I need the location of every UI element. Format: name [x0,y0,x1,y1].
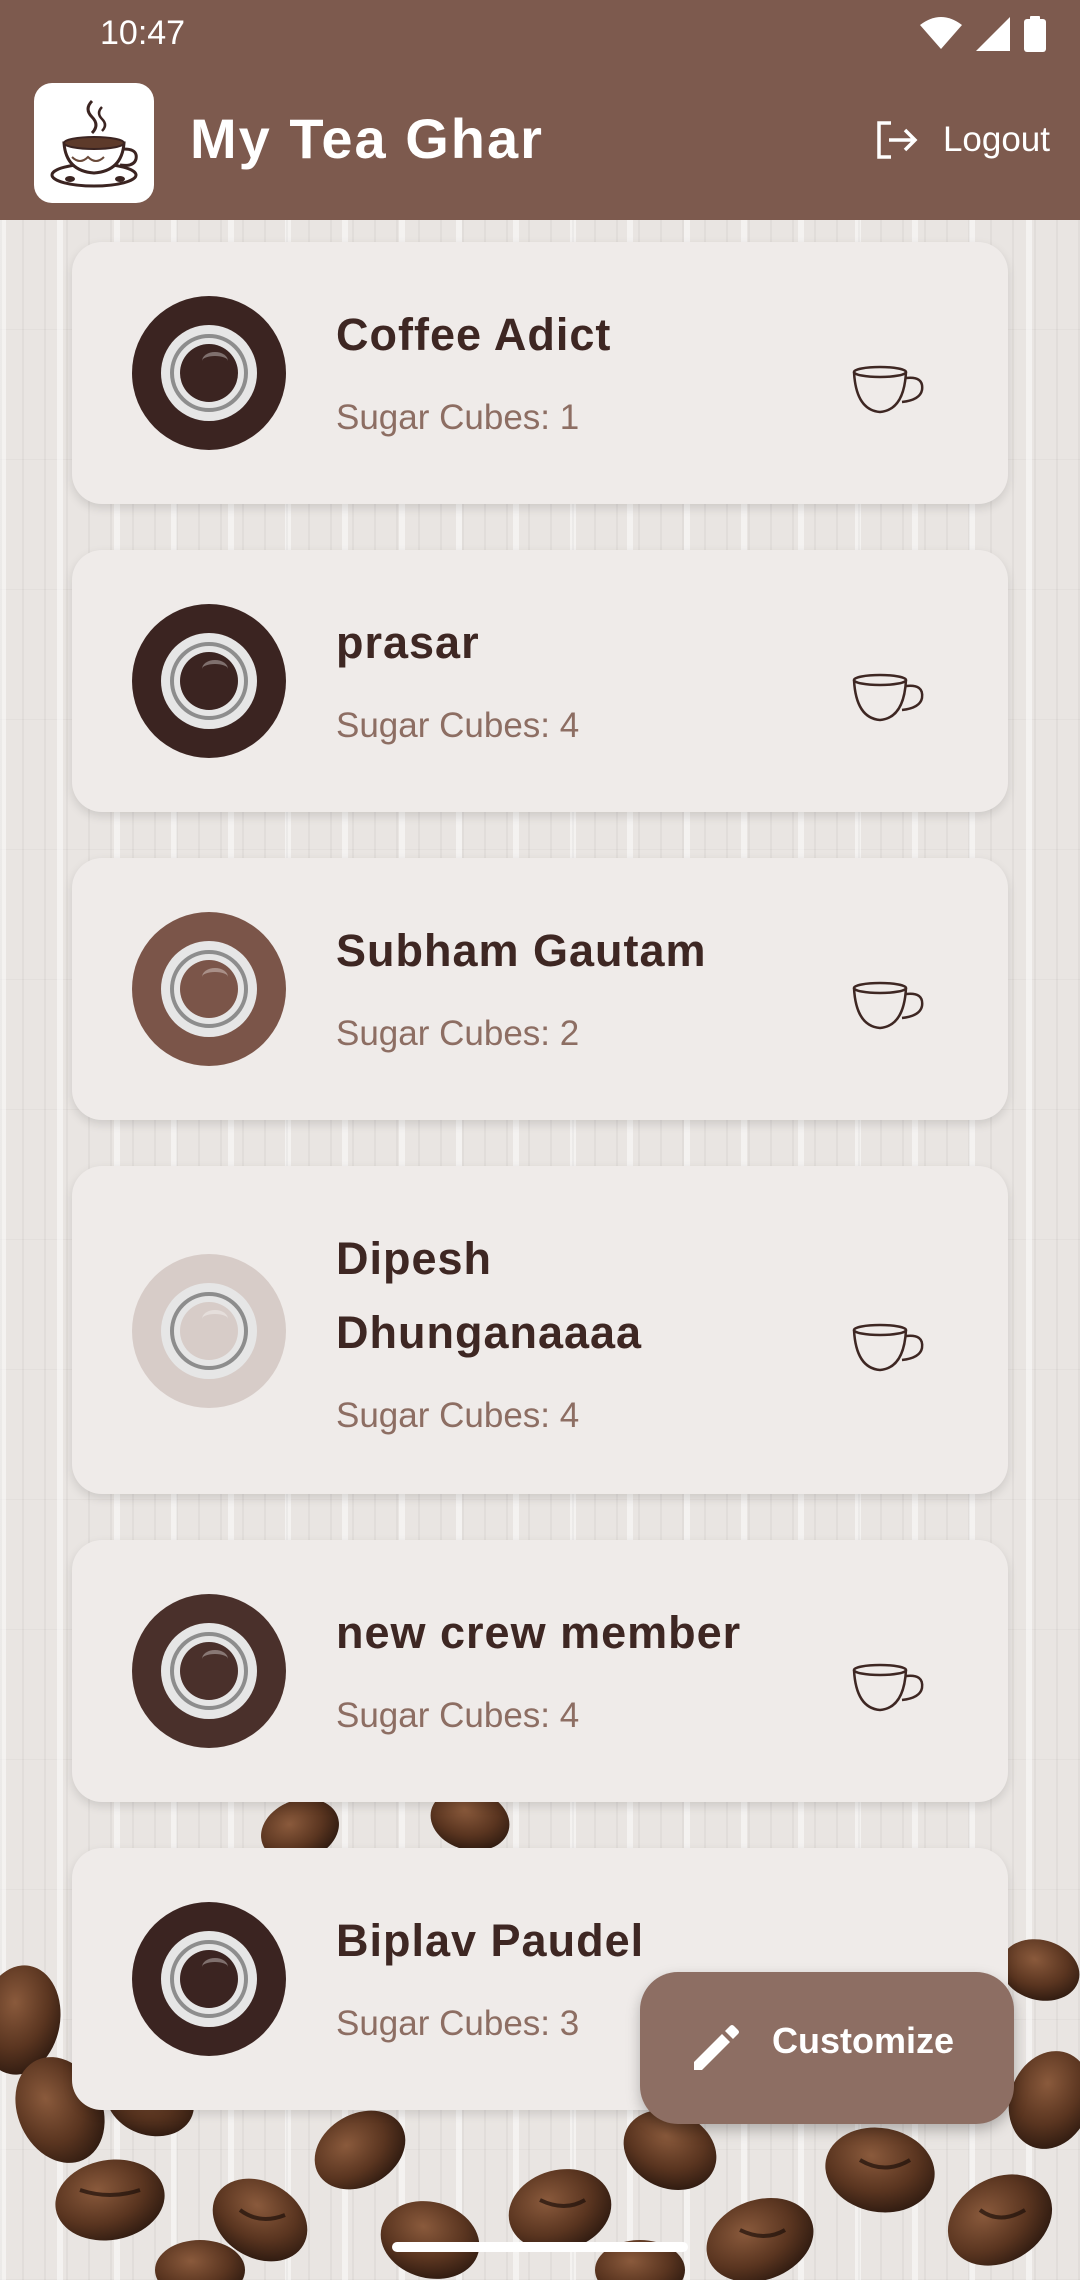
status-bar: 10:47 [0,0,1080,68]
crew-card[interactable]: Subham Gautam Sugar Cubes: 2 [72,858,1008,1120]
cup-outline-icon [852,1323,924,1372]
cup-outline-icon [852,1663,924,1712]
tea-logo-icon [50,99,138,188]
crew-name: Biplav Paudel [336,1915,645,1966]
wifi-icon [920,17,962,49]
crew-name: prasar [336,617,480,668]
customize-label: Customize [772,2020,955,2061]
coffee-cup-icon [132,1902,286,2056]
cup-outline-icon [852,673,924,722]
crew-name: Subham Gautam [336,925,707,976]
crew-sugar-count: Sugar Cubes: 4 [336,706,580,745]
crew-card[interactable]: prasar Sugar Cubes: 4 [72,550,1008,812]
app-bar: My Tea Ghar Logout [0,68,1080,220]
top-bar: 10:47 My Tea Ghar Logout [0,0,1080,220]
crew-sugar-count: Sugar Cubes: 3 [336,2004,580,2043]
coffee-cup-icon [132,1254,286,1408]
crew-sugar-count: Sugar Cubes: 1 [336,398,580,437]
cup-outline-icon [852,365,924,414]
crew-card[interactable]: new crew member Sugar Cubes: 4 [72,1540,1008,1802]
battery-icon [1024,16,1046,52]
crew-sugar-count: Sugar Cubes: 2 [336,1014,580,1053]
coffee-cup-icon [132,1594,286,1748]
crew-sugar-count: Sugar Cubes: 4 [336,1696,580,1735]
cup-outline-icon [852,981,924,1030]
coffee-cup-icon [132,604,286,758]
customize-button[interactable]: Customize [640,1972,1014,2124]
status-icons [920,16,1046,52]
crew-sugar-count: Sugar Cubes: 4 [336,1396,580,1435]
coffee-cup-icon [132,296,286,450]
pencil-icon [694,2025,739,2070]
app-logo [34,83,154,203]
crew-name: Coffee Adict [336,309,612,360]
crew-name-line2: Dhunganaaaa [336,1307,643,1358]
logout-label: Logout [942,120,1050,159]
status-time: 10:47 [100,14,186,52]
crew-card[interactable]: Dipesh Dhunganaaaa Sugar Cubes: 4 [72,1166,1008,1494]
home-indicator [392,2242,688,2252]
app-title: My Tea Ghar [190,107,544,170]
coffee-cup-icon [132,912,286,1066]
logout-icon [877,121,918,159]
crew-card[interactable]: Coffee Adict Sugar Cubes: 1 [72,242,1008,504]
logout-button[interactable]: Logout [875,110,1050,170]
signal-icon [976,17,1010,51]
crew-name: new crew member [336,1607,742,1658]
crew-name-line1: Dipesh [336,1233,493,1284]
